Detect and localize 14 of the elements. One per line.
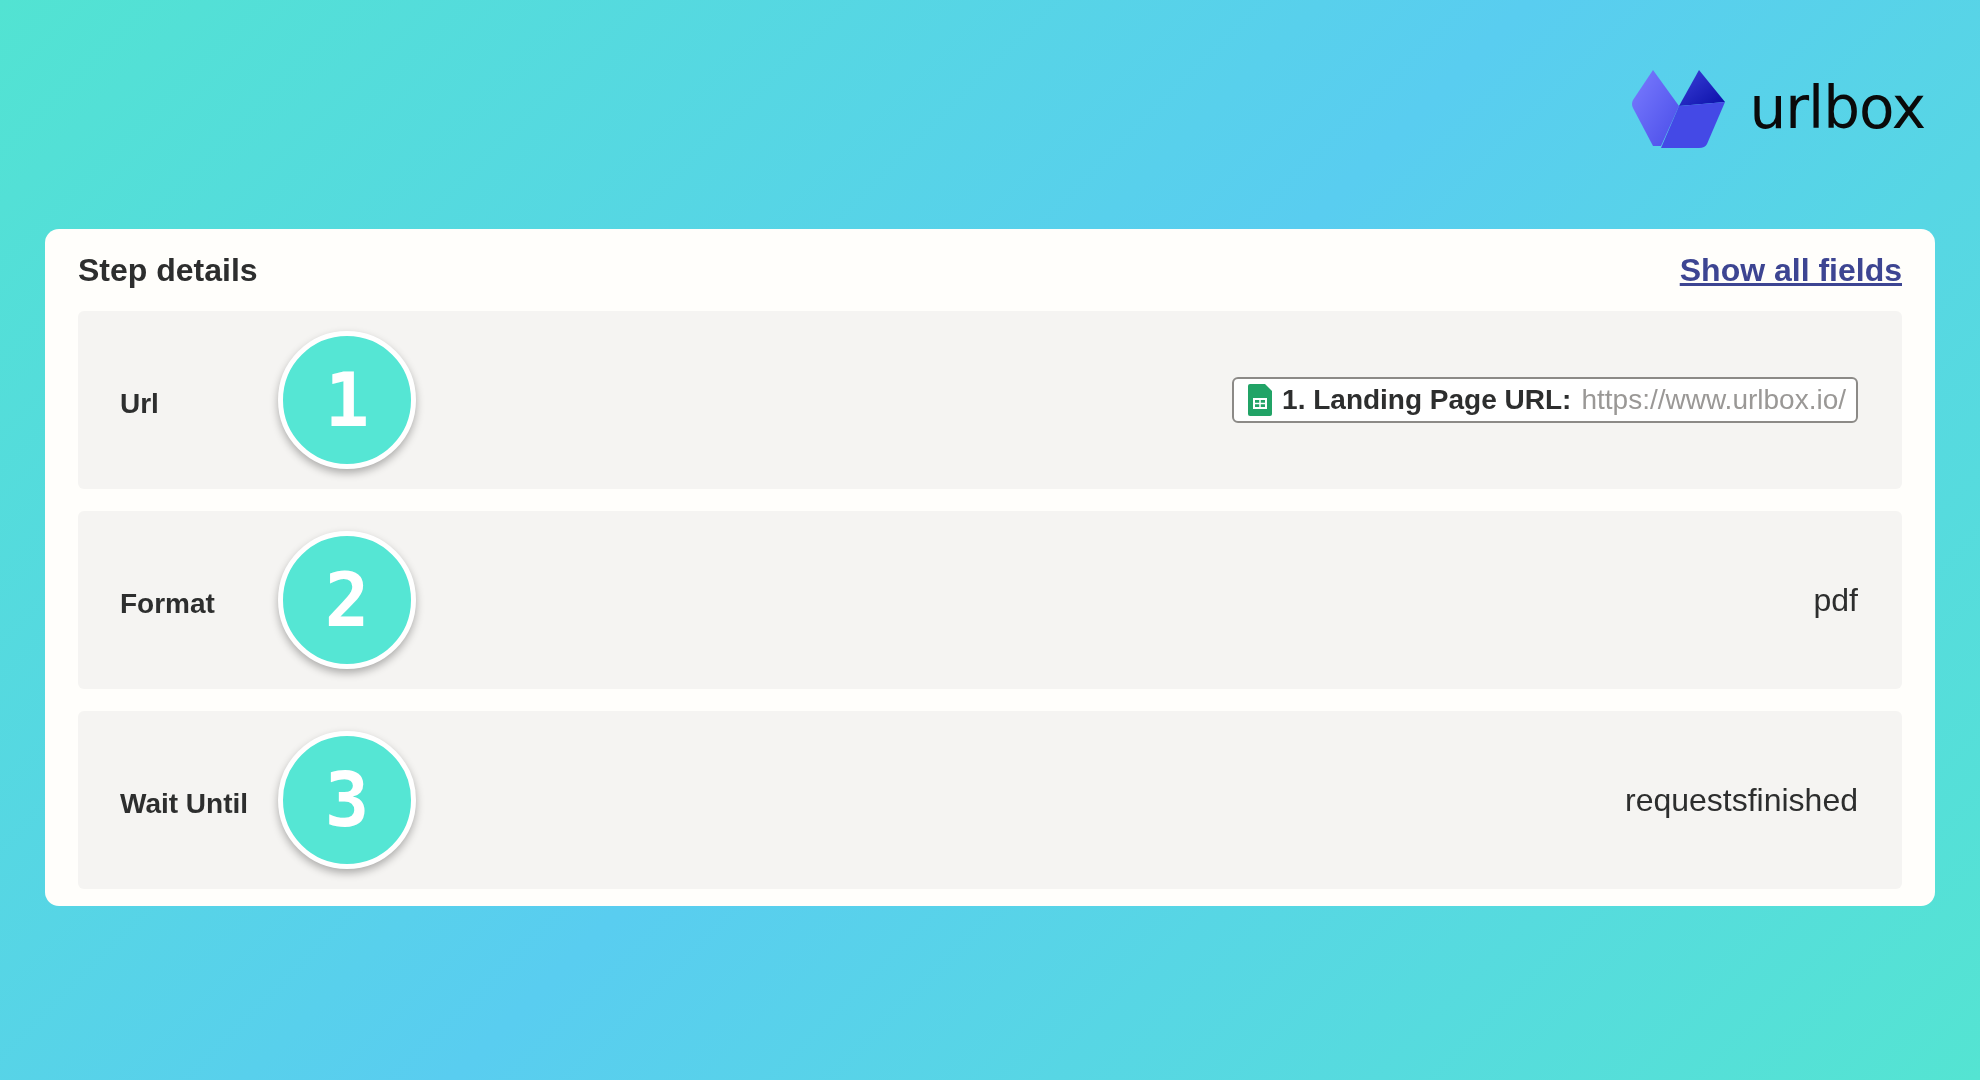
card-title: Step details [78,251,258,289]
logo-text: urlbox [1749,74,1925,142]
spreadsheet-icon [1248,384,1273,416]
chip-value: https://www.urlbox.io/ [1581,384,1846,416]
field-value: pdf [1813,581,1858,619]
field-label: Format [120,588,216,620]
field-label: Url [120,388,160,420]
field-label: Wait Until [120,788,250,820]
step-number-badge: 3 [278,731,416,869]
step-number-badge: 1 [278,331,416,469]
step-number-badge: 2 [278,531,416,669]
chip-label: 1. Landing Page URL: [1282,384,1572,416]
show-all-fields-link[interactable]: Show all fields [1679,251,1902,289]
field-value: requestsfinished [1624,781,1858,819]
